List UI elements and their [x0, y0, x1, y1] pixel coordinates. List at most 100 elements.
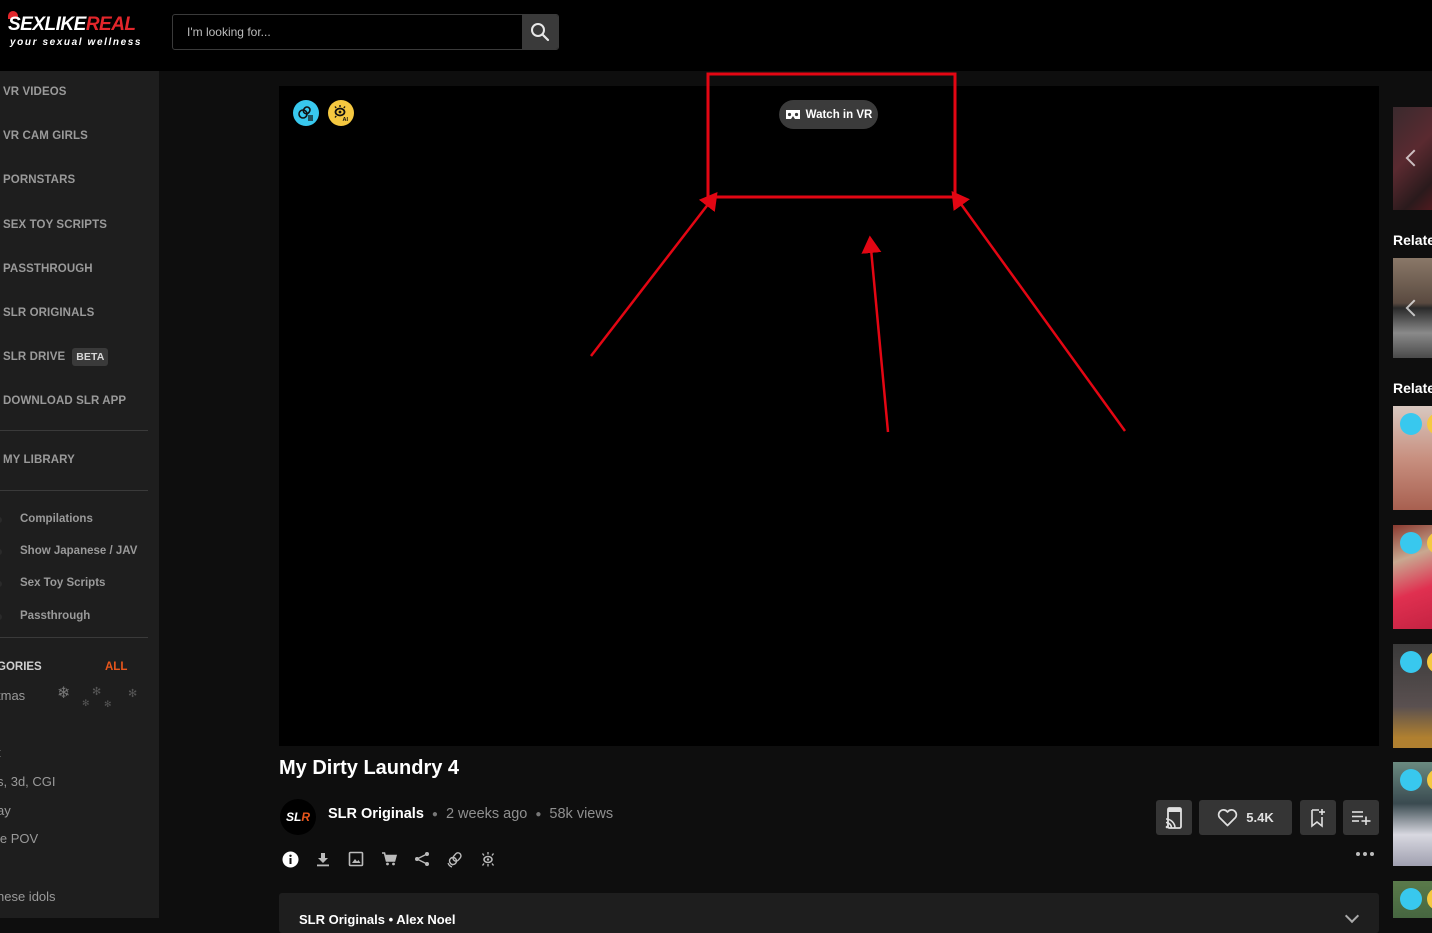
watch-in-vr-button[interactable]: Watch in VR [779, 100, 878, 129]
ai-passthrough-icon [1427, 888, 1432, 910]
ai-passthrough-icon [1427, 413, 1432, 435]
share-icon [415, 852, 429, 866]
passthrough-icon [481, 852, 495, 867]
buy-button[interactable] [381, 849, 414, 869]
sidebar-item-my-library[interactable]: MY LIBRARY [3, 454, 75, 466]
gallery-button[interactable] [348, 849, 381, 869]
filter-label: Compilations [20, 513, 93, 525]
toggle-icon [0, 517, 2, 523]
category-item[interactable]: ay [0, 803, 11, 818]
watch-in-vr-label: Watch in VR [805, 108, 873, 121]
cart-icon [382, 852, 398, 866]
chevron-down-icon[interactable] [1344, 908, 1360, 924]
sex-toy-script-icon [1400, 532, 1422, 554]
cast-button[interactable] [1156, 800, 1192, 835]
category-item[interactable]: tmas [0, 688, 25, 703]
search-bar [172, 14, 559, 50]
related-video-card[interactable] [1393, 762, 1432, 866]
cast-icon [1165, 806, 1182, 829]
category-item[interactable]: s, 3d, CGI [0, 774, 56, 789]
filter-sex-toy-scripts[interactable]: Sex Toy Scripts [0, 577, 105, 589]
logo-tagline: your sexual wellness [10, 37, 143, 48]
channel-avatar[interactable]: SL R [280, 799, 316, 835]
like-button[interactable]: 5.4K [1199, 800, 1292, 835]
info-icon [282, 851, 299, 867]
like-count: 5.4K [1246, 810, 1274, 825]
sidebar-divider [0, 637, 148, 638]
description-panel[interactable]: SLR Originals • Alex Noel [279, 893, 1379, 933]
download-icon [317, 853, 329, 867]
sidebar: VR VIDEOS VR CAM GIRLS PORNSTARS SEX TOY… [0, 71, 159, 918]
categories-heading: GORIES [0, 661, 42, 673]
snowflake-icon: ❄ [57, 685, 71, 702]
sidebar-item-pornstars[interactable]: PORNSTARS [3, 174, 75, 186]
ai-passthrough-icon [1427, 769, 1432, 791]
sidebar-item-sex-toy-scripts[interactable]: SEX TOY SCRIPTS [3, 219, 107, 231]
carousel-prev-icon[interactable] [1405, 299, 1423, 317]
sidebar-item-label: DOWNLOAD SLR APP [3, 395, 127, 407]
sidebar-item-label: MY LIBRARY [3, 454, 75, 466]
related-video-card[interactable] [1393, 525, 1432, 629]
sidebar-divider [0, 430, 148, 431]
sidebar-item-vr-cam-girls[interactable]: VR CAM GIRLS [3, 130, 88, 142]
more-options-button[interactable] [1356, 852, 1374, 856]
ai-passthrough-icon: AI [334, 105, 349, 122]
vr-headset-icon [785, 110, 800, 119]
download-button[interactable] [315, 849, 348, 869]
toggle-icon [0, 581, 2, 587]
sidebar-item-slr-drive[interactable]: SLR DRIVE BETA [3, 348, 109, 366]
categories-all-link[interactable]: ALL [105, 661, 127, 673]
filter-japanese-jav[interactable]: Show Japanese / JAV [0, 545, 138, 557]
snowflake-icon: ✻ [104, 699, 112, 709]
related-video-card[interactable] [1393, 644, 1432, 748]
dot-icon [1363, 852, 1367, 856]
sidebar-item-passthrough[interactable]: PASSTHROUGH [3, 263, 93, 275]
info-button[interactable] [282, 849, 315, 869]
filter-compilations[interactable]: Compilations [0, 513, 93, 525]
passthrough-button[interactable] [480, 849, 513, 869]
avatar-text: SL [285, 810, 302, 824]
related-thumbnail[interactable] [1393, 258, 1432, 358]
site-logo[interactable]: SEXLIKEREAL your sexual wellness [8, 11, 148, 50]
video-title: My Dirty Laundry 4 [279, 757, 460, 779]
upload-age: 2 weeks ago [445, 806, 528, 822]
bookmark-button[interactable] [1300, 800, 1336, 835]
ai-passthrough-icon [1427, 651, 1432, 673]
channel-name-link[interactable]: SLR Originals [328, 806, 424, 822]
playlist-add-icon [1352, 810, 1371, 825]
carousel-prev-icon[interactable] [1405, 149, 1423, 167]
share-button[interactable] [414, 849, 447, 869]
related-column: Related Related [1380, 71, 1432, 918]
category-item[interactable]: nese idols [0, 889, 56, 904]
related-video-card[interactable] [1393, 406, 1432, 510]
video-player[interactable] [279, 86, 1379, 746]
separator-dot: ● [431, 808, 438, 820]
sex-toy-script-icon [1400, 769, 1422, 791]
filter-passthrough[interactable]: Passthrough [0, 610, 90, 622]
sex-toy-script-icon [1400, 888, 1422, 910]
view-count: 58k views [549, 806, 614, 822]
snowflake-icon: ✻ [92, 686, 102, 698]
add-to-playlist-button[interactable] [1343, 800, 1379, 835]
related-video-card[interactable] [1393, 881, 1432, 918]
ai-passthrough-icon [1427, 532, 1432, 554]
sex-toy-button[interactable] [447, 849, 480, 869]
sidebar-item-label: VR CAM GIRLS [3, 130, 88, 142]
sidebar-item-label: VR VIDEOS [3, 86, 67, 98]
sidebar-item-label: SEX TOY SCRIPTS [3, 219, 107, 231]
search-button[interactable] [522, 15, 558, 49]
sidebar-item-label: PASSTHROUGH [3, 263, 93, 275]
sidebar-item-download-app[interactable]: DOWNLOAD SLR APP [3, 395, 126, 407]
sidebar-item-label: SLR DRIVE [3, 351, 66, 363]
svg-text:AI: AI [343, 117, 349, 122]
category-item[interactable]: t [0, 745, 1, 760]
category-item[interactable]: le POV [0, 831, 38, 846]
bookmark-add-icon [1311, 808, 1325, 828]
filter-label: Show Japanese / JAV [20, 545, 138, 557]
sidebar-item-vr-videos[interactable]: VR VIDEOS [3, 86, 67, 98]
sidebar-item-slr-originals[interactable]: SLR ORIGINALS [3, 307, 94, 319]
related-thumbnail[interactable] [1393, 107, 1432, 210]
sex-toy-script-icon [1400, 651, 1422, 673]
search-input[interactable] [173, 15, 523, 49]
related-heading: Related [1393, 380, 1432, 396]
